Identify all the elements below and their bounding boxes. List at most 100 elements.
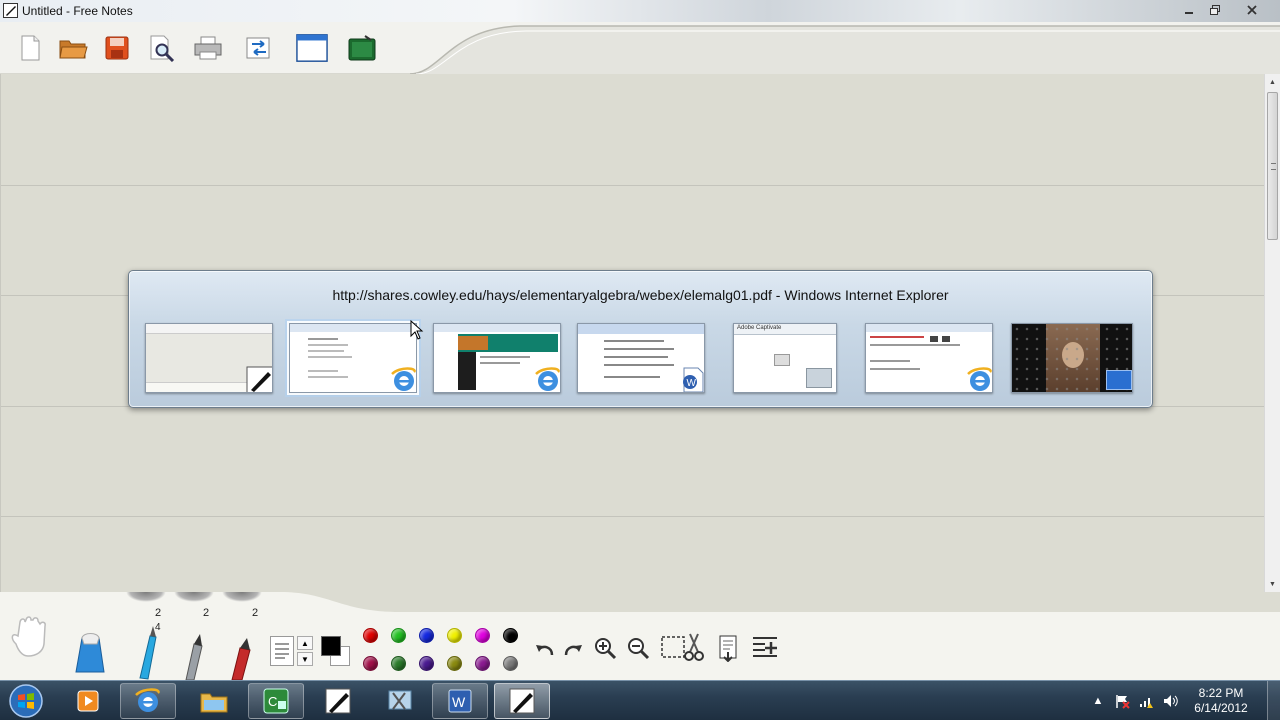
thumb-word-document[interactable]: W: [577, 323, 705, 393]
color-gray-swatch[interactable]: [503, 656, 518, 671]
zoom-out-button[interactable]: [624, 634, 652, 662]
import-export-button[interactable]: [243, 32, 275, 64]
minimize-button[interactable]: [1175, 0, 1203, 19]
import-export-icon: [246, 37, 270, 59]
color-purple-swatch[interactable]: [475, 656, 490, 671]
mouse-cursor-icon: [410, 320, 424, 340]
internet-explorer-badge-icon: [535, 367, 560, 391]
network-icon[interactable]: [1138, 693, 1154, 709]
pen-size-up-button[interactable]: ▲: [297, 636, 313, 650]
print-button[interactable]: [192, 32, 224, 64]
thumb-desktop[interactable]: [1011, 323, 1133, 393]
redo-button[interactable]: [559, 636, 587, 664]
color-green-swatch[interactable]: [391, 628, 406, 643]
toolbar-curve-decoration: [410, 25, 1280, 74]
window-switcher: http://shares.cowley.edu/hays/elementary…: [128, 270, 1153, 408]
svg-text:W: W: [452, 694, 466, 710]
color-red-swatch[interactable]: [363, 628, 378, 643]
pen-size-down-button[interactable]: ▼: [297, 652, 313, 666]
undo-button[interactable]: [531, 636, 559, 664]
color-maroon-swatch[interactable]: [363, 656, 378, 671]
pen-tab-3[interactable]: [222, 592, 262, 602]
taskbar-internet-explorer[interactable]: [120, 683, 176, 719]
color-blue-swatch[interactable]: [419, 628, 434, 643]
panel-curve-decoration: [280, 592, 1280, 612]
color-magenta-swatch[interactable]: [475, 628, 490, 643]
scroll-grip: [1271, 163, 1276, 170]
zoom-in-button[interactable]: [591, 634, 619, 662]
switcher-title: http://shares.cowley.edu/hays/elementary…: [332, 287, 949, 303]
save-button[interactable]: [101, 32, 133, 64]
svg-text:W: W: [687, 378, 697, 389]
clock-date: 6/14/2012: [1194, 701, 1248, 715]
show-hidden-icons-icon[interactable]: ▲: [1090, 693, 1106, 709]
thumb-free-notes[interactable]: [145, 323, 273, 393]
add-lines-button[interactable]: [751, 634, 779, 662]
vertical-scrollbar[interactable]: ▲ ▼: [1264, 74, 1280, 592]
main-toolbar: [0, 22, 1280, 74]
pen-tool-blue-icon[interactable]: [134, 624, 168, 680]
free-notes-app-icon: [3, 3, 18, 18]
pen-tab-1[interactable]: [126, 592, 166, 602]
color-yellow-swatch[interactable]: [447, 628, 462, 643]
print-preview-icon: [150, 35, 175, 62]
window-title: Untitled - Free Notes: [22, 4, 133, 18]
save-icon: [105, 36, 129, 60]
open-folder-icon: [59, 40, 88, 59]
pen-tool-gray-icon[interactable]: [180, 632, 214, 680]
open-button[interactable]: [57, 32, 89, 64]
insert-page-button[interactable]: [714, 634, 742, 662]
svg-text:C: C: [268, 694, 277, 709]
start-button[interactable]: [4, 682, 48, 720]
taskbar-word[interactable]: W: [432, 683, 488, 719]
thumb-adobe-captivate[interactable]: Adobe Captivate: [733, 323, 837, 393]
print-preview-button[interactable]: [146, 32, 178, 64]
taskbar-windows-explorer[interactable]: [186, 683, 242, 719]
restore-button[interactable]: [1201, 0, 1229, 19]
color-black-swatch[interactable]: [503, 628, 518, 643]
add-lines-icon: [753, 637, 777, 657]
camtasia-icon: C: [263, 688, 289, 714]
window-view-button[interactable]: [296, 32, 328, 64]
close-icon: [1247, 4, 1257, 15]
windows-explorer-icon: [200, 693, 228, 713]
media-player-icon: [77, 690, 99, 712]
marker-tool-red-icon[interactable]: [226, 636, 260, 680]
show-desktop-button[interactable]: [1267, 681, 1280, 720]
free-notes-badge-icon: [246, 366, 272, 392]
slate-board-button[interactable]: [346, 32, 378, 64]
title-bar: Untitled - Free Notes: [0, 0, 1280, 22]
internet-explorer-badge-icon: [967, 367, 992, 391]
eraser-tool-icon[interactable]: [70, 628, 110, 676]
pen-tab-2[interactable]: [174, 592, 214, 602]
pen-width-label-2: 2: [203, 607, 210, 619]
scroll-thumb[interactable]: [1267, 92, 1278, 240]
ruled-line: [1, 185, 1265, 186]
close-button[interactable]: [1238, 0, 1266, 19]
new-document-icon: [21, 35, 40, 61]
taskbar-free-notes[interactable]: [310, 683, 366, 719]
line-style-icon: [275, 643, 289, 659]
color-dark-green-swatch[interactable]: [391, 656, 406, 671]
taskbar-snipping-tool[interactable]: [372, 683, 428, 719]
thumb-ie-website[interactable]: [433, 323, 561, 393]
scroll-up-arrow[interactable]: ▲: [1265, 74, 1280, 90]
new-document-button[interactable]: [14, 32, 46, 64]
scissors-cut-button[interactable]: [679, 632, 709, 662]
color-indigo-swatch[interactable]: [419, 656, 434, 671]
scroll-down-arrow[interactable]: ▼: [1265, 576, 1280, 592]
taskbar-media-player[interactable]: [60, 683, 116, 719]
hand-tool-icon[interactable]: [6, 614, 60, 658]
line-style-button[interactable]: [270, 636, 294, 666]
print-icon: [194, 36, 222, 60]
network-bars-icon: [1140, 698, 1153, 708]
thumb-ie-elemalg01-pdf[interactable]: [287, 321, 419, 395]
color-olive-swatch[interactable]: [447, 656, 462, 671]
action-center-icon[interactable]: [1114, 693, 1130, 709]
taskbar-free-notes-active[interactable]: [494, 683, 550, 719]
volume-icon[interactable]: [1162, 693, 1178, 709]
system-clock[interactable]: 8:22 PM 6/14/2012: [1186, 686, 1256, 716]
thumb-ie-second[interactable]: [865, 323, 993, 393]
taskbar-camtasia[interactable]: C: [248, 683, 304, 719]
zoom-in-icon: [595, 638, 617, 660]
